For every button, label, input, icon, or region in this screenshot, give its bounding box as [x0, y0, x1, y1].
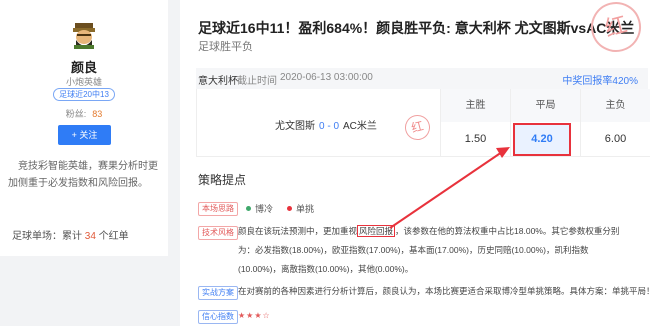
author-stats: 足球单场：累计 34 个红单 [12, 227, 129, 242]
league-name: 意大利杯 [198, 76, 238, 87]
fans-value: 83 [92, 109, 103, 119]
confidence-stars: ★★★☆ [238, 311, 271, 320]
tag-style: 技术风格 [198, 226, 238, 240]
odds-value-draw-selected[interactable]: 4.20 [513, 123, 571, 156]
strategy-section-title: 策略提点 [198, 173, 247, 187]
stats-prefix: 足球单场：累计 [12, 231, 82, 242]
author-description: 竞技彩智能英雄，赛果分析时更加侧重于必发指数和风险回报。 [8, 161, 158, 189]
cold-dot-icon [246, 206, 251, 211]
odds-header-away: 主负 [581, 89, 650, 122]
record-badge: 足球近20中13 [53, 88, 115, 101]
match-meta-bar: 意大利杯 截止时间 2020-06-13 03:00:00 中奖回报率420% [196, 68, 648, 89]
red-result-stamp: 红 [585, 0, 647, 58]
article-panel: 足球近16中11！盈利684%！颜良胜平负: 意大利杯 尤文图斯vsAC米兰 足… [180, 0, 650, 326]
stats-count: 34 [84, 231, 96, 242]
article-title: 足球近16中11！盈利684%！颜良胜平负: 意大利杯 尤文图斯vsAC米兰 [198, 20, 635, 36]
legend-single: 单挑 [287, 202, 314, 215]
author-title: 小炮英雄 [65, 77, 102, 87]
home-team: 尤文图斯 [275, 121, 315, 132]
fans-label: 粉丝: [65, 109, 87, 119]
article-subtitle: 足球胜平负 [198, 41, 253, 53]
author-name[interactable]: 颜良 [0, 57, 168, 76]
match-score: 0 - 0 [319, 121, 340, 132]
match-teams: 尤文图斯 0 - 0 AC米兰 [275, 117, 377, 132]
follow-button[interactable]: + 关注 [58, 125, 111, 145]
plan-text: 在对赛前的各种因素进行分析计算后，颜良认为，本场比赛更适合采取博冷型单挑策略。具… [238, 286, 650, 296]
odds-col-away: 主负 6.00 [581, 89, 650, 157]
legend-cold-label: 博冷 [255, 204, 274, 214]
stats-suffix: 个红单 [98, 231, 129, 242]
odds-header-draw: 平局 [511, 89, 580, 122]
teams-cell: 尤文图斯 0 - 0 AC米兰 [196, 89, 441, 157]
style-paragraph: 颜良在该玩法预测中，更加重视 风险回报 ，该参数在他的算法权重中占比18.00%。其… [238, 222, 628, 279]
author-profile-card: 颜良 小炮英雄 足球近20中13 粉丝: 83 + 关注 竞技彩智能英雄，赛果分析… [0, 0, 168, 256]
avatar[interactable] [71, 21, 97, 49]
odds-header-home: 主胜 [441, 89, 510, 122]
risk-return-highlight: 风险回报 [357, 225, 396, 237]
odds-value-away[interactable]: 6.00 [581, 122, 650, 157]
deadline-label: 截止时间 [237, 76, 277, 87]
deadline-time: 2020-06-13 03:00:00 [280, 72, 373, 83]
tag-confidence: 信心指数 [198, 310, 238, 324]
odds-col-home: 主胜 1.50 [441, 89, 511, 157]
away-team: AC米兰 [343, 121, 377, 132]
tag-plan: 实战方案 [198, 286, 238, 300]
fans-count: 粉丝: 83 [0, 107, 168, 120]
return-rate: 中奖回报率420% [562, 76, 638, 87]
single-dot-icon [287, 206, 292, 211]
legend-single-label: 单挑 [296, 204, 315, 214]
tag-thinking: 本场思路 [198, 202, 238, 216]
odds-value-home[interactable]: 1.50 [441, 122, 510, 157]
legend-cold: 博冷 [246, 202, 273, 215]
style-text-1: 颜良在该玩法预测中，更加重视 [238, 226, 358, 236]
